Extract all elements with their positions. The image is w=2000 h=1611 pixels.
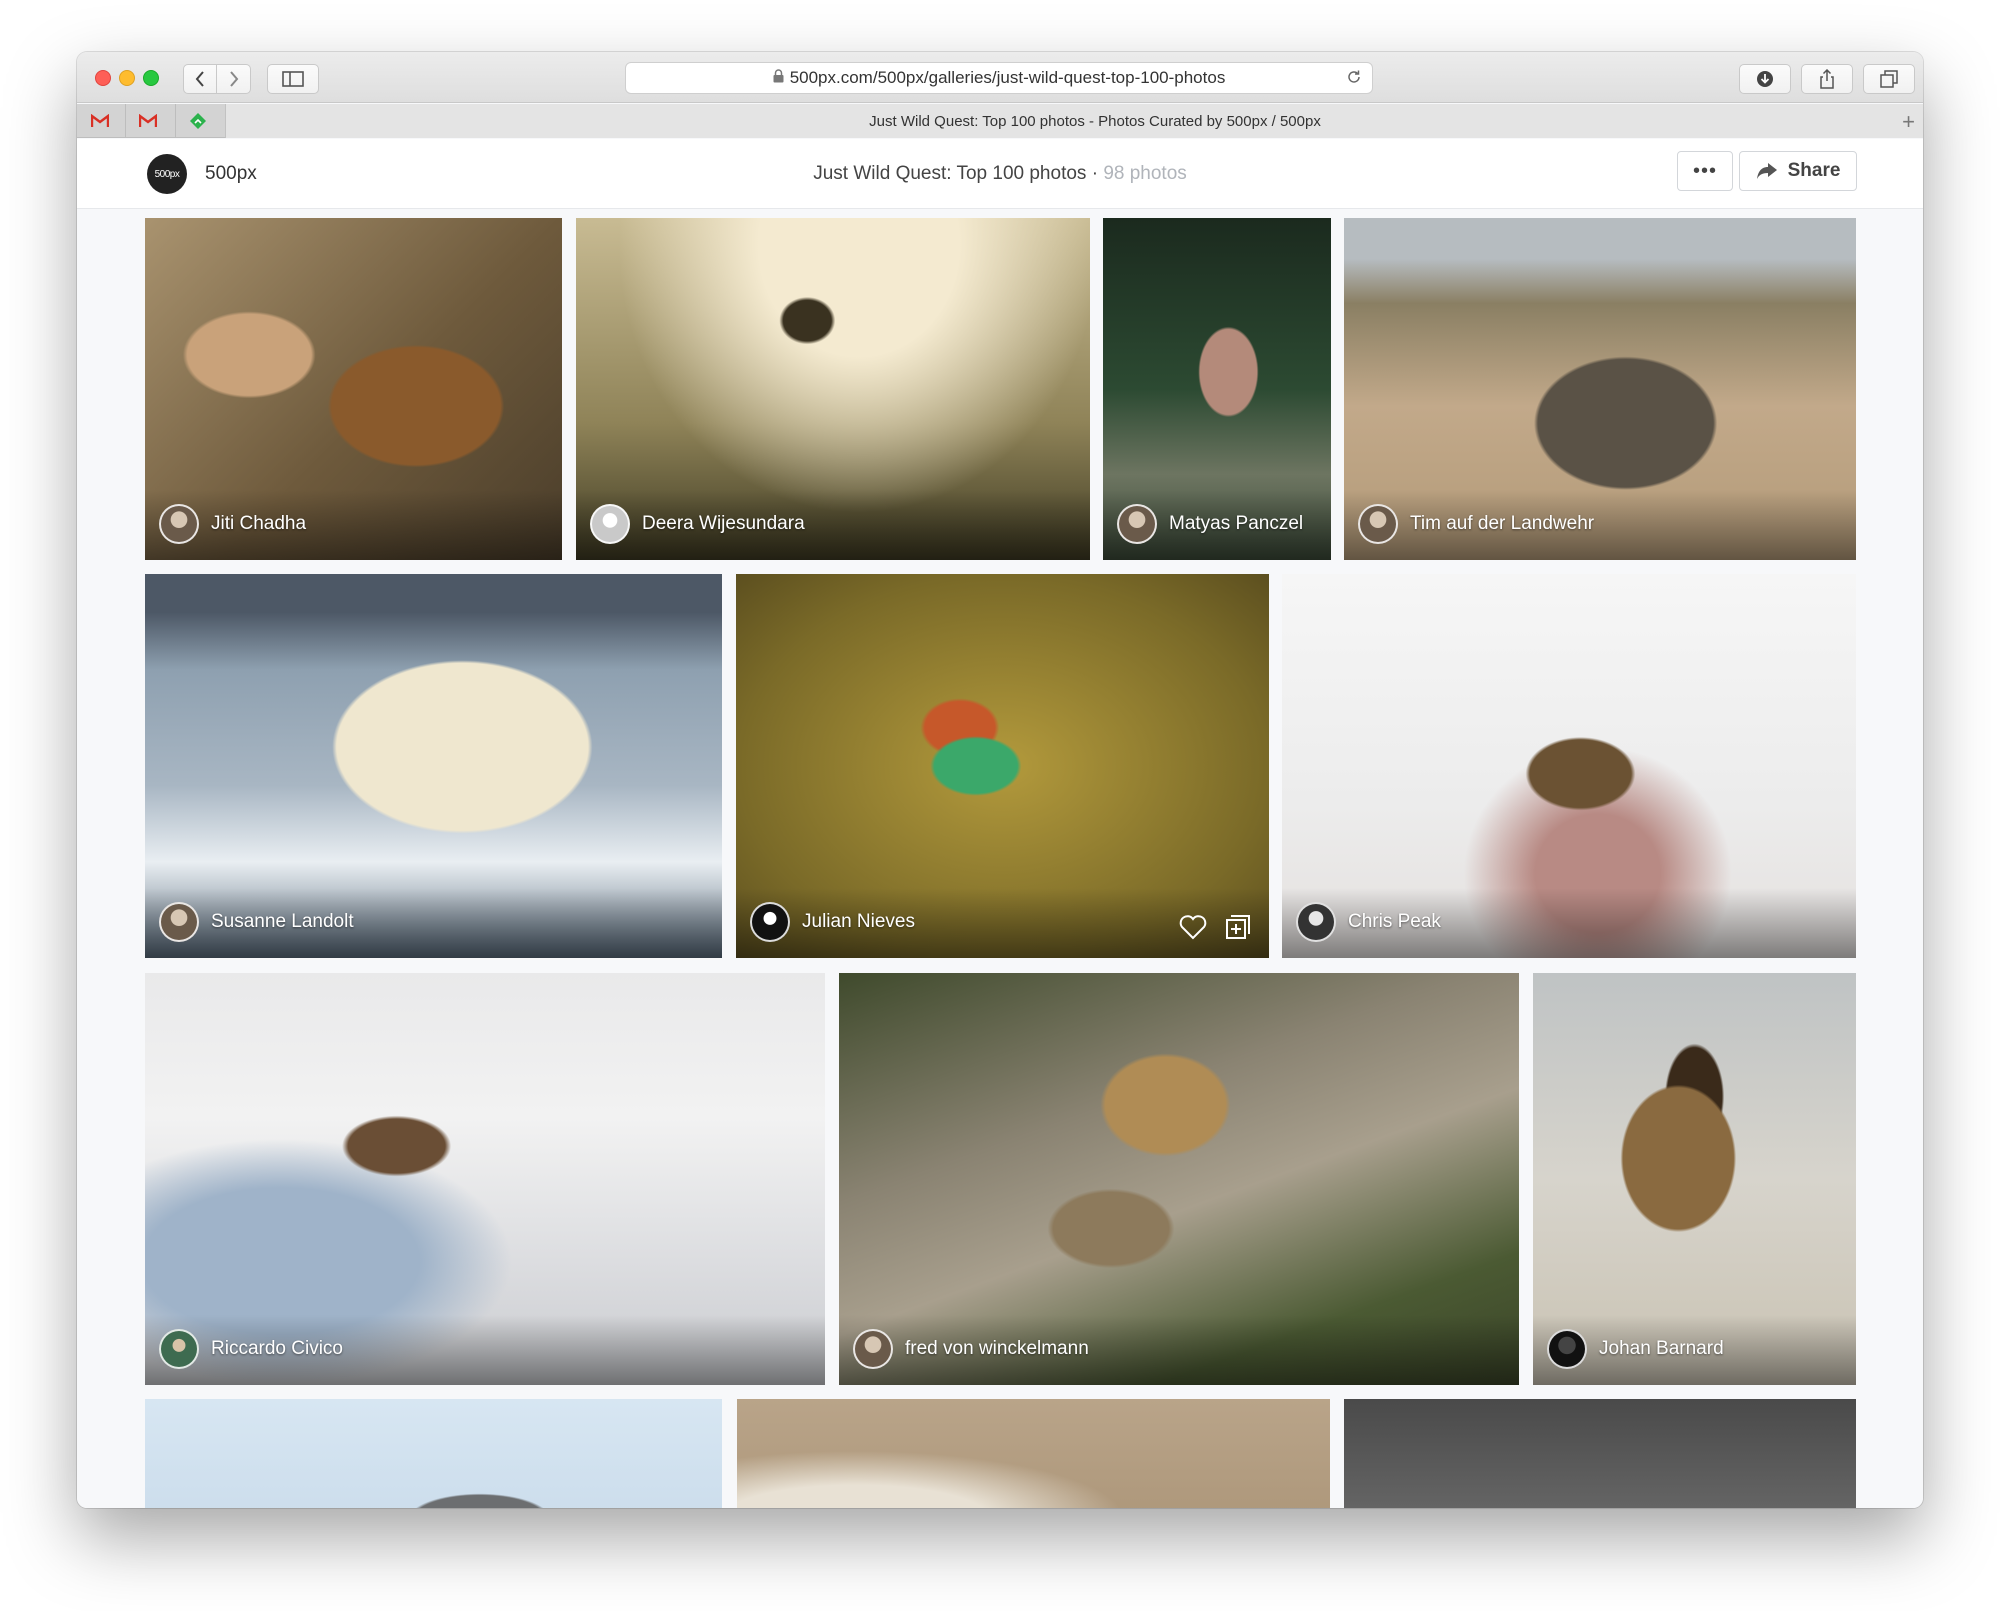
photo-tile[interactable]: Riccardo Civico: [145, 973, 825, 1385]
gmail-icon[interactable]: [91, 112, 109, 130]
avatar[interactable]: [159, 1329, 199, 1369]
photographer-name[interactable]: Johan Barnard: [1599, 1338, 1724, 1360]
avatar[interactable]: [1547, 1329, 1587, 1369]
heart-icon[interactable]: [1179, 914, 1207, 940]
sidebar-icon: [282, 71, 304, 87]
active-tab[interactable]: Just Wild Quest: Top 100 photos - Photos…: [225, 104, 1923, 138]
avatar[interactable]: [1358, 504, 1398, 544]
gmail-icon[interactable]: [139, 112, 157, 130]
url-text: 500px.com/500px/galleries/just-wild-ques…: [789, 68, 1226, 87]
browser-window: 500px.com/500px/galleries/just-wild-ques…: [77, 52, 1923, 1508]
sidebar-toggle-button[interactable]: [267, 64, 319, 94]
page-content: 500px 500px Just Wild Quest: Top 100 pho…: [77, 139, 1923, 1508]
avatar[interactable]: [1117, 504, 1157, 544]
add-to-gallery-icon[interactable]: [1225, 914, 1251, 940]
chevron-left-icon: [195, 71, 204, 87]
avatar[interactable]: [159, 902, 199, 942]
avatar[interactable]: [1296, 902, 1336, 942]
photo-credit[interactable]: Chris Peak: [1296, 902, 1441, 942]
photographer-name[interactable]: Jiti Chadha: [211, 513, 306, 535]
browser-toolbar: 500px.com/500px/galleries/just-wild-ques…: [77, 52, 1923, 103]
photo-credit[interactable]: Susanne Landolt: [159, 902, 354, 942]
more-options-button[interactable]: •••: [1677, 151, 1733, 191]
photo-tile[interactable]: Jiti Chadha: [145, 218, 562, 560]
photographer-name[interactable]: Riccardo Civico: [211, 1338, 343, 1360]
forward-button[interactable]: [217, 64, 251, 94]
lock-icon: [773, 68, 784, 88]
photographer-name[interactable]: Tim auf der Landwehr: [1410, 513, 1594, 535]
tabs-icon: [1880, 70, 1898, 88]
photo-credit[interactable]: Johan Barnard: [1547, 1329, 1724, 1369]
tab-bar: Just Wild Quest: Top 100 photos - Photos…: [77, 104, 1923, 138]
share-icon: [1820, 69, 1834, 89]
avatar[interactable]: [590, 504, 630, 544]
tab-title: Just Wild Quest: Top 100 photos - Photos…: [869, 112, 1321, 130]
photo-credit[interactable]: Jiti Chadha: [159, 504, 306, 544]
photo-tile[interactable]: Tim auf der Landwehr: [1344, 218, 1856, 560]
maximize-window-button[interactable]: [143, 70, 159, 86]
photo-credit[interactable]: Matyas Panczel: [1117, 504, 1303, 544]
gallery-header: 500px 500px Just Wild Quest: Top 100 pho…: [77, 139, 1923, 209]
address-bar[interactable]: 500px.com/500px/galleries/just-wild-ques…: [625, 62, 1373, 94]
photo-tile[interactable]: Deera Wijesundara: [576, 218, 1090, 560]
photo-actions: [1179, 914, 1251, 940]
reload-icon[interactable]: [1346, 69, 1362, 90]
photo-credit[interactable]: Deera Wijesundara: [590, 504, 805, 544]
downloads-button[interactable]: [1739, 64, 1791, 94]
photo-tile[interactable]: [737, 1399, 1330, 1508]
photographer-name[interactable]: Matyas Panczel: [1169, 513, 1303, 535]
feedly-icon[interactable]: [189, 112, 207, 130]
photo-tile[interactable]: fred von winckelmann: [839, 973, 1519, 1385]
back-button[interactable]: [183, 64, 217, 94]
photo-credit[interactable]: Tim auf der Landwehr: [1358, 504, 1594, 544]
browser-share-button[interactable]: [1801, 64, 1853, 94]
tab-overview-button[interactable]: [1863, 64, 1915, 94]
download-icon: [1757, 71, 1773, 87]
share-label: Share: [1787, 160, 1841, 181]
photo-count[interactable]: 98 photos: [1103, 163, 1186, 184]
photo-tile[interactable]: Chris Peak: [1282, 574, 1856, 958]
gallery-name: Just Wild Quest: Top 100 photos: [813, 163, 1087, 184]
pinned-tab-divider: [125, 104, 126, 138]
photo-tile[interactable]: [1344, 1399, 1856, 1508]
share-gallery-button[interactable]: Share: [1739, 151, 1857, 191]
photo-tile[interactable]: Matyas Panczel: [1103, 218, 1331, 560]
minimize-window-button[interactable]: [119, 70, 135, 86]
photo-credit[interactable]: Riccardo Civico: [159, 1329, 343, 1369]
close-window-button[interactable]: [95, 70, 111, 86]
avatar[interactable]: [750, 902, 790, 942]
share-arrow-icon: [1756, 163, 1777, 179]
gallery-title: Just Wild Quest: Top 100 photos · 98 pho…: [77, 163, 1923, 185]
photographer-name[interactable]: Julian Nieves: [802, 911, 915, 933]
photo-tile[interactable]: Julian Nieves: [736, 574, 1269, 958]
new-tab-icon[interactable]: +: [1902, 109, 1915, 135]
avatar[interactable]: [159, 504, 199, 544]
chevron-right-icon: [229, 71, 238, 87]
photographer-name[interactable]: Chris Peak: [1348, 911, 1441, 933]
title-separator: ·: [1086, 163, 1104, 184]
photo-tile[interactable]: [145, 1399, 722, 1508]
photographer-name[interactable]: Susanne Landolt: [211, 911, 354, 933]
pinned-tab-divider: [175, 104, 176, 138]
photo-credit[interactable]: fred von winckelmann: [853, 1329, 1089, 1369]
photo-tile[interactable]: Johan Barnard: [1533, 973, 1856, 1385]
photographer-name[interactable]: Deera Wijesundara: [642, 513, 805, 535]
photo-credit[interactable]: Julian Nieves: [750, 902, 915, 942]
photo-tile[interactable]: Susanne Landolt: [145, 574, 722, 958]
avatar[interactable]: [853, 1329, 893, 1369]
photographer-name[interactable]: fred von winckelmann: [905, 1338, 1089, 1360]
